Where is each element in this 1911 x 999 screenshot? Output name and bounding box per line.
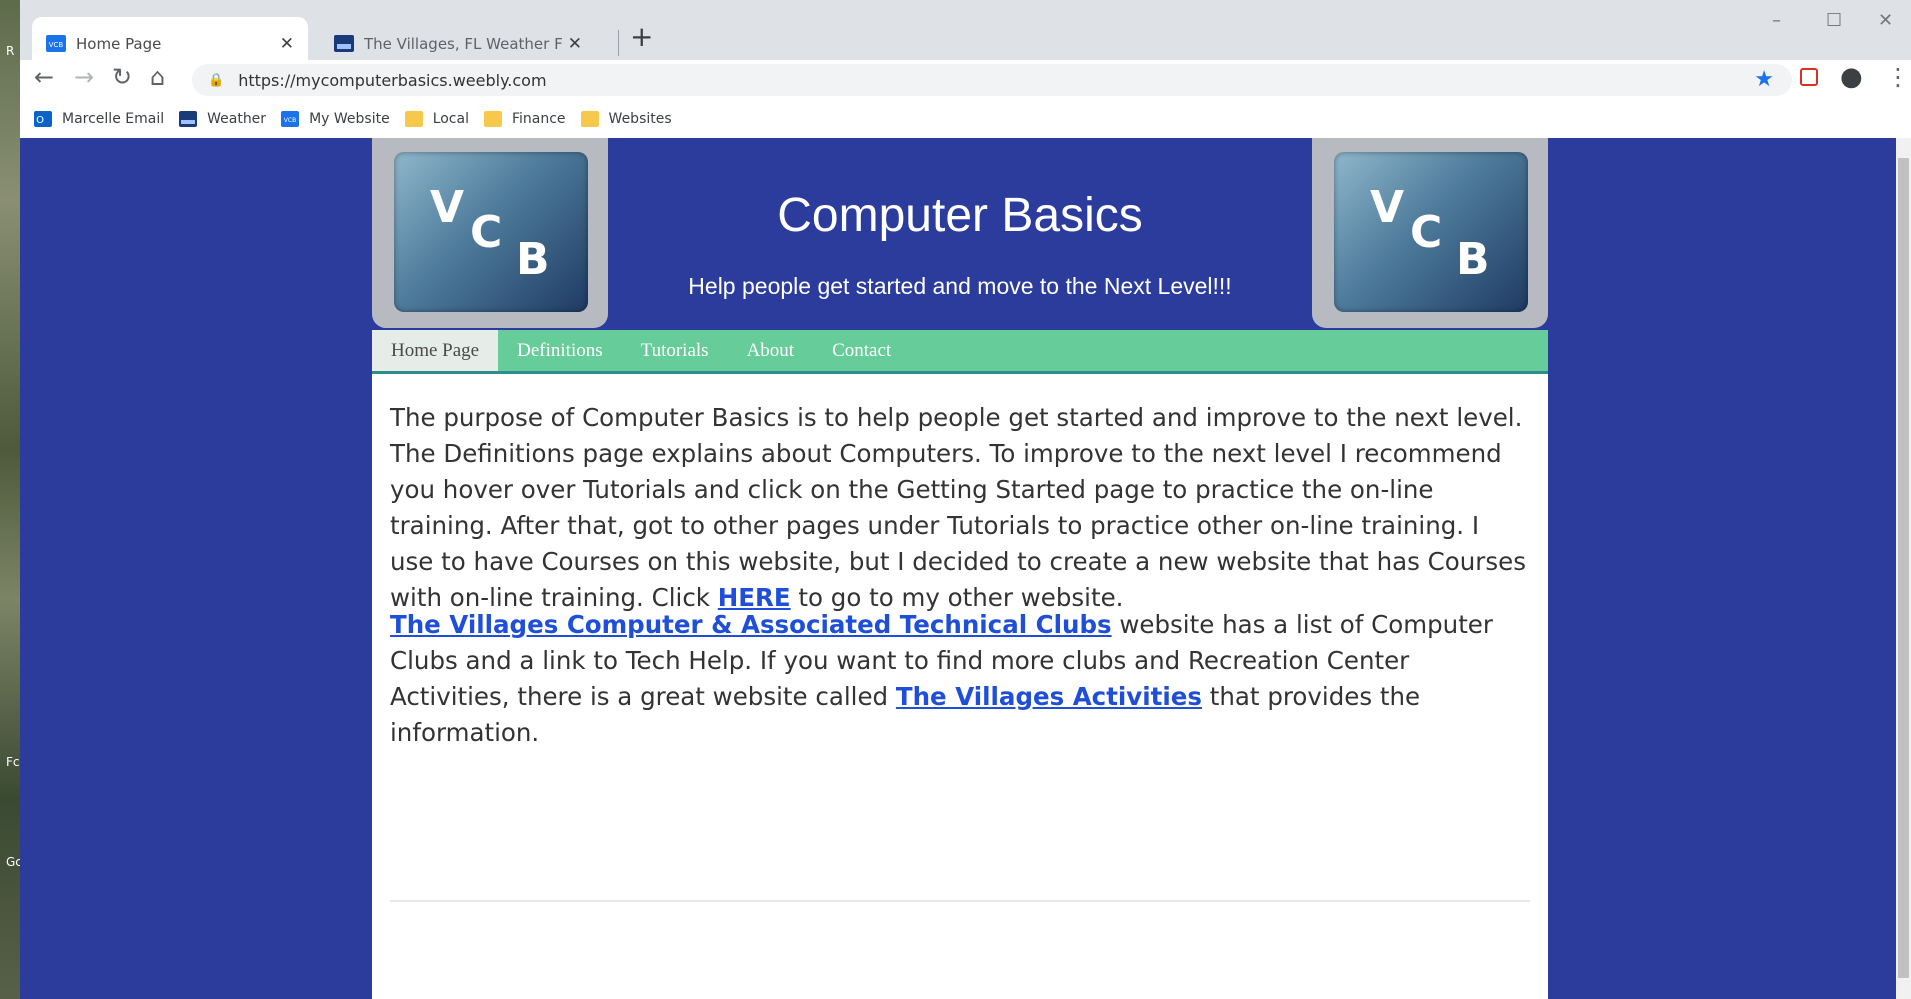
content-divider — [390, 900, 1530, 902]
outlook-icon: O — [34, 111, 52, 127]
bookmark-label: Weather — [207, 111, 267, 127]
bookmark-label: Finance — [511, 111, 566, 127]
vcb-icon: VCB — [281, 111, 300, 127]
nav-home-page[interactable]: Home Page — [372, 330, 499, 371]
bookmark-label: Local — [432, 111, 469, 127]
folder-icon — [483, 111, 502, 127]
logo-letter: C — [1410, 207, 1443, 258]
folder-icon — [580, 111, 599, 127]
main-content: The purpose of Computer Basics is to hel… — [372, 374, 1548, 999]
extension-icon[interactable] — [1800, 68, 1818, 86]
address-bar[interactable]: 🔒 https://mycomputerbasics.weebly.com ★ — [192, 64, 1792, 96]
site-title: Computer Basics — [777, 189, 1143, 242]
folder-icon — [404, 111, 423, 127]
desktop-background: R Fc Gc — [0, 0, 22, 999]
bookmark-label: My Website — [309, 111, 390, 127]
intro-text: The purpose of Computer Basics is to hel… — [390, 403, 1526, 612]
logo-left[interactable]: V C B — [372, 138, 608, 328]
page-viewport: V C B Computer Basics Help people get st… — [20, 138, 1911, 999]
clubs-link[interactable]: The Villages Computer & Associated Techn… — [390, 610, 1112, 639]
vcb-logo-icon: V C B — [1334, 152, 1528, 312]
weather-icon — [179, 111, 198, 127]
svg-text:VCB: VCB — [49, 41, 64, 49]
window-close-icon[interactable]: ✕ — [1878, 10, 1893, 31]
scrollbar-thumb[interactable] — [1898, 158, 1909, 978]
forward-icon[interactable]: → — [74, 63, 94, 91]
reload-icon[interactable]: ↻ — [112, 63, 132, 91]
home-icon[interactable]: ⌂ — [150, 63, 165, 91]
bookmarks-bar: O Marcelle Email Weather VCB My Website … — [20, 100, 1911, 138]
bookmark-finance[interactable]: Finance — [483, 111, 566, 127]
bookmark-my-website[interactable]: VCB My Website — [281, 111, 390, 127]
activities-link[interactable]: The Villages Activities — [896, 682, 1202, 711]
site-header: V C B Computer Basics Help people get st… — [372, 138, 1548, 330]
logo-letter: V — [1370, 182, 1405, 233]
site-tagline: Help people get started and move to the … — [688, 273, 1232, 299]
close-icon[interactable]: ✕ — [568, 34, 582, 54]
nav-tutorials[interactable]: Tutorials — [622, 330, 728, 371]
logo-letter: C — [470, 207, 503, 258]
profile-icon[interactable]: ● — [1840, 62, 1863, 92]
bookmark-websites[interactable]: Websites — [580, 111, 672, 127]
bookmark-marcelle-email[interactable]: O Marcelle Email — [34, 111, 164, 127]
minimize-icon[interactable]: – — [1772, 10, 1781, 31]
bookmark-label: Websites — [608, 111, 672, 127]
tab-title: The Villages, FL Weather Forecast — [364, 34, 562, 53]
tab-title: Home Page — [76, 34, 162, 53]
logo-letter: B — [516, 234, 550, 285]
nav-contact[interactable]: Contact — [813, 330, 910, 371]
scrollbar[interactable] — [1896, 138, 1911, 999]
vcb-logo-icon: V C B — [394, 152, 588, 312]
new-tab-icon[interactable]: + — [630, 20, 653, 53]
desktop-edge-label: Fc — [6, 755, 20, 769]
desktop-edge-label: R — [6, 44, 15, 58]
tab-separator — [618, 30, 619, 56]
bookmark-local[interactable]: Local — [404, 111, 469, 127]
vcb-icon: VCB — [46, 35, 66, 52]
back-icon[interactable]: ← — [34, 63, 54, 91]
logo-letter: V — [430, 182, 465, 233]
logo-letter: B — [1456, 234, 1490, 285]
close-icon[interactable]: ✕ — [280, 34, 294, 54]
site-container: V C B Computer Basics Help people get st… — [372, 138, 1548, 999]
svg-text:O: O — [36, 115, 44, 126]
browser-window: VCB Home Page ✕ The Villages, FL Weather… — [20, 0, 1911, 999]
lock-icon: 🔒 — [208, 72, 225, 88]
url-text: https://mycomputerbasics.weebly.com — [238, 70, 547, 90]
nav-about[interactable]: About — [728, 330, 814, 371]
nav-definitions[interactable]: Definitions — [498, 330, 622, 371]
bookmark-star-icon[interactable]: ★ — [1754, 67, 1774, 92]
clubs-paragraph: The Villages Computer & Associated Techn… — [390, 607, 1530, 751]
bookmark-weather[interactable]: Weather — [179, 111, 266, 127]
logo-right[interactable]: V C B — [1312, 138, 1548, 328]
menu-dots-icon[interactable]: ⋮ — [1886, 63, 1910, 91]
weather-icon — [334, 35, 354, 52]
maximize-icon[interactable]: ☐ — [1826, 10, 1842, 31]
site-nav: Home Page Definitions Tutorials About Co… — [372, 330, 1548, 371]
intro-paragraph: The purpose of Computer Basics is to hel… — [390, 400, 1530, 616]
browser-toolbar: ← → ↻ ⌂ 🔒 https://mycomputerbasics.weebl… — [20, 60, 1911, 100]
svg-text:VCB: VCB — [284, 117, 296, 124]
bookmark-label: Marcelle Email — [62, 111, 165, 127]
